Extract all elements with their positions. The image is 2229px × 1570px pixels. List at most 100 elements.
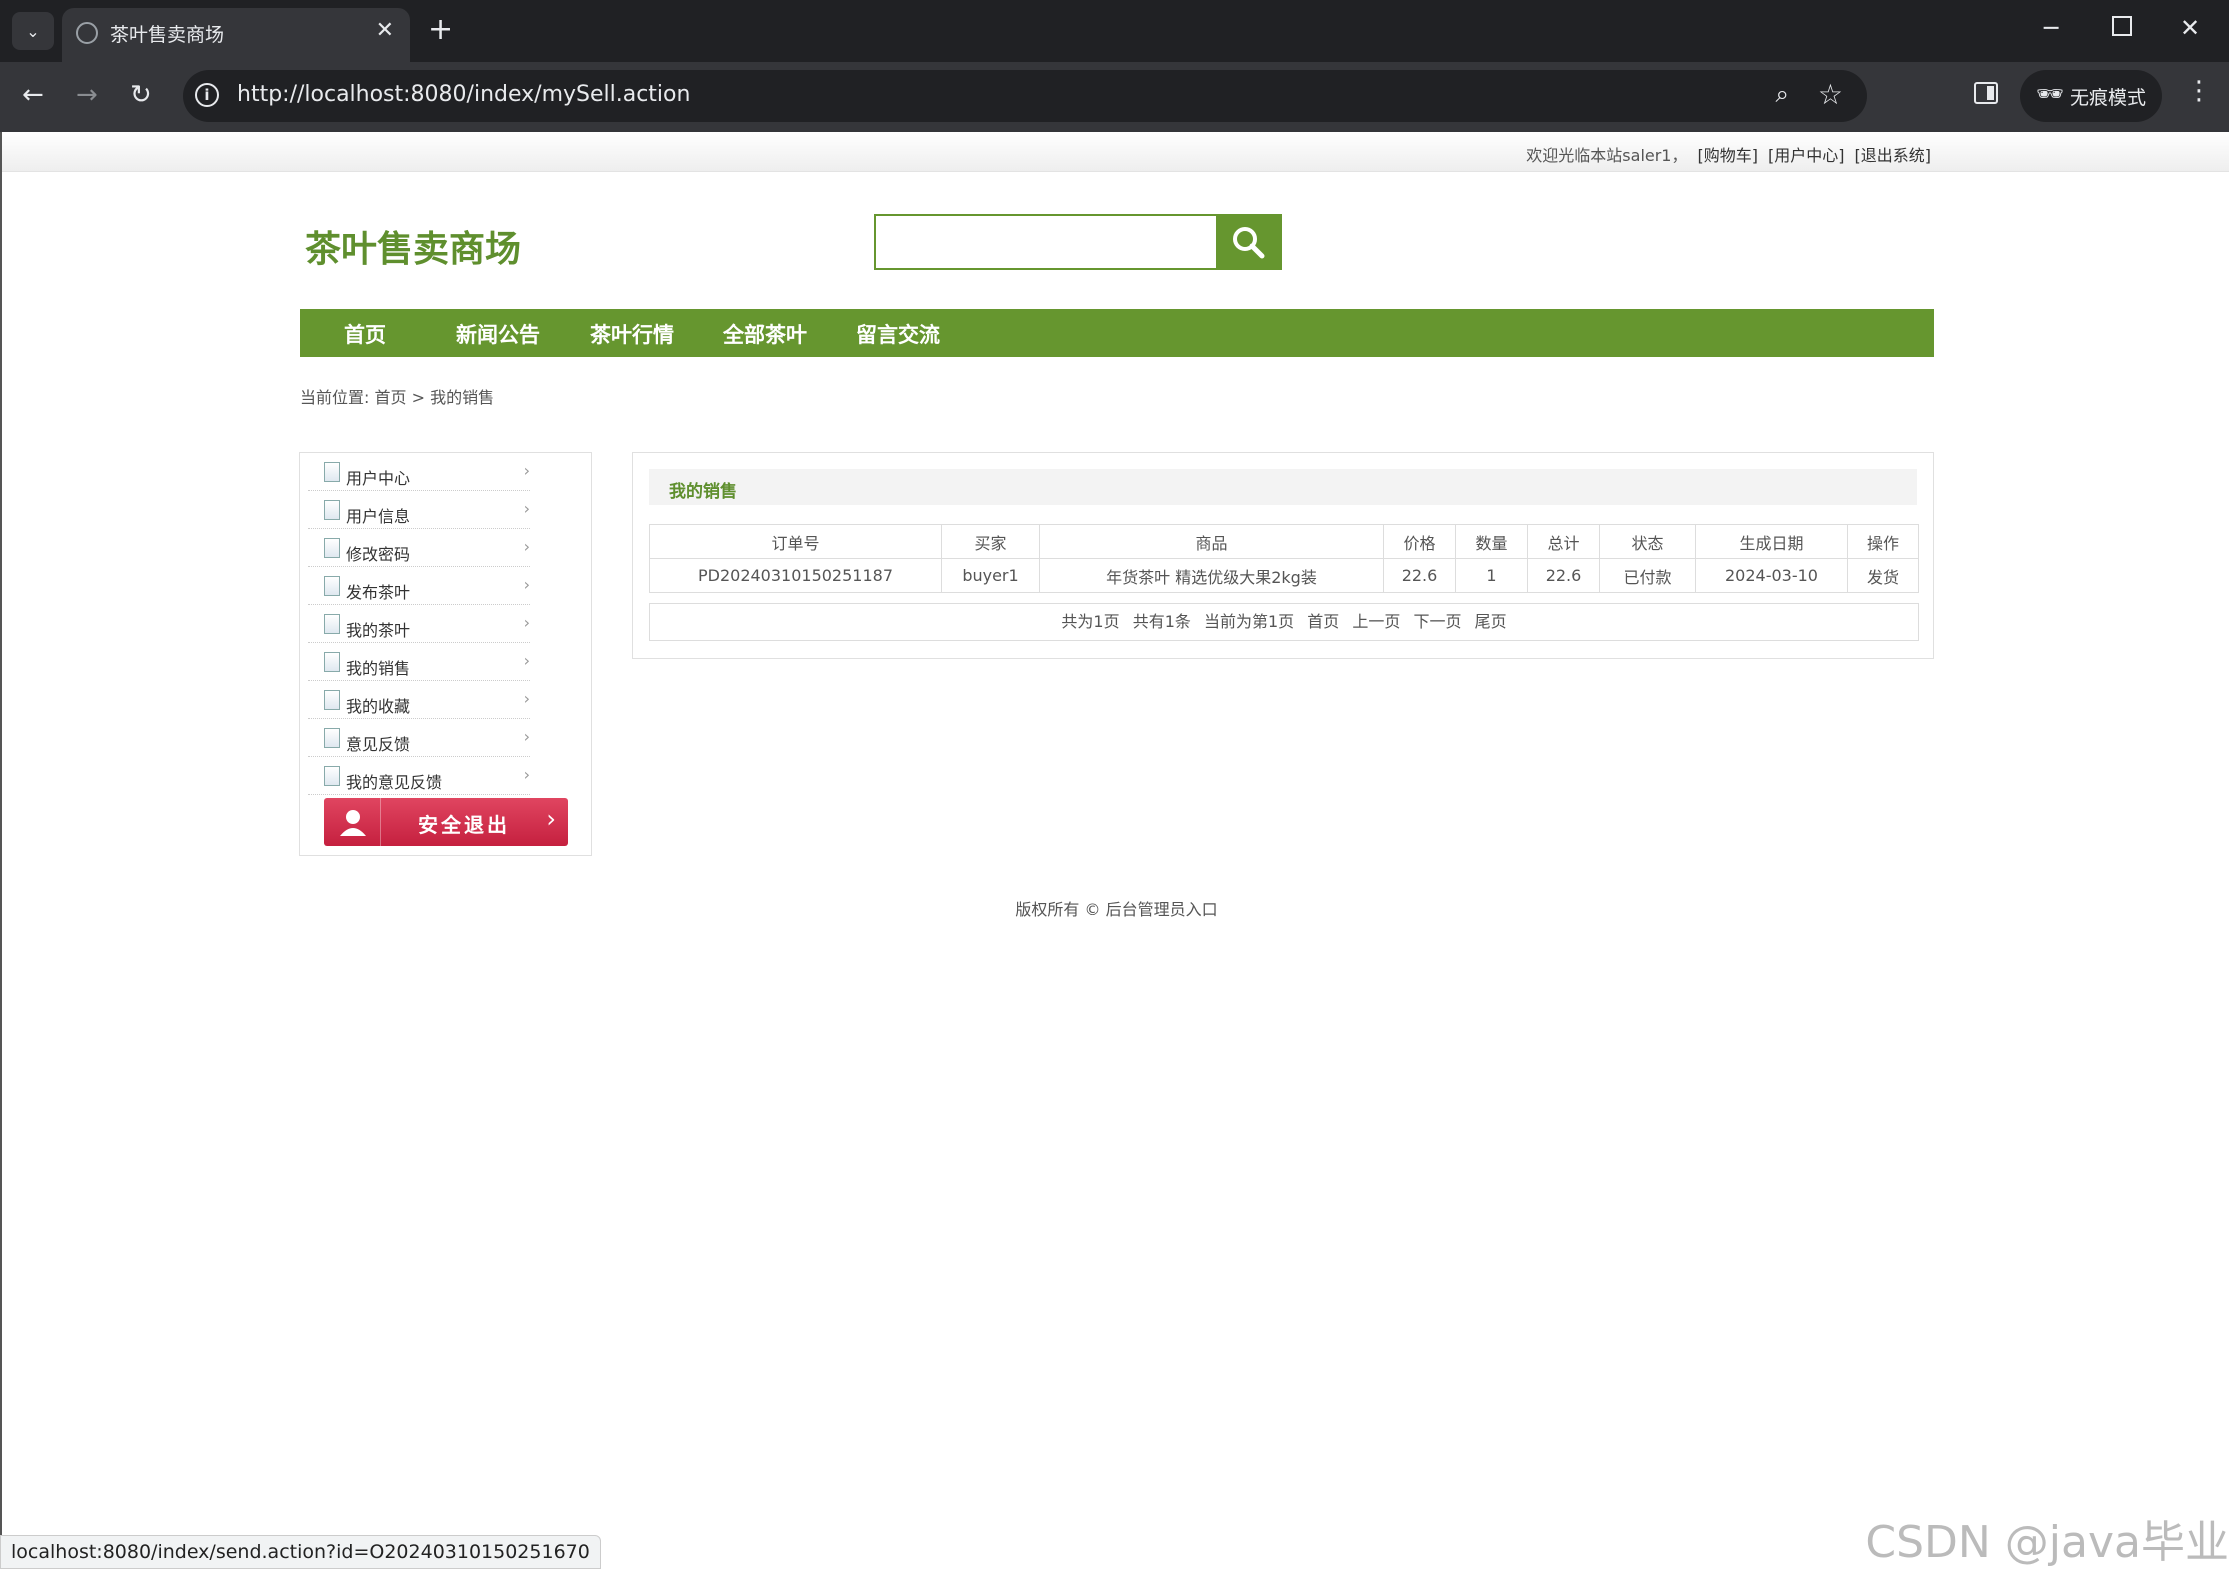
sidebar-item-feedback[interactable]: 意见反馈 › (308, 719, 530, 757)
arrow-right-icon: › (523, 651, 530, 670)
document-icon (324, 652, 340, 672)
sidebar-item-label: 意见反馈 (346, 735, 411, 754)
sidebar-item-my-sales[interactable]: 我的销售 › (308, 643, 530, 681)
arrow-right-icon: › (523, 499, 530, 518)
sidebar-item-label: 我的意见反馈 (346, 773, 443, 792)
site-logo[interactable]: 茶叶售卖商场 (305, 220, 521, 272)
side-panel-icon[interactable] (1974, 82, 1998, 104)
user-center-link[interactable]: [用户中心] (1768, 146, 1845, 165)
search-button[interactable] (1216, 216, 1280, 268)
col-status: 状态 (1599, 524, 1696, 559)
cell-date: 2024-03-10 (1695, 558, 1848, 593)
cell-order-no: PD20240310150251187 (649, 558, 942, 593)
sidebar-item-label: 我的收藏 (346, 697, 411, 716)
breadcrumb-separator: > (411, 388, 426, 407)
pager-prev[interactable]: 上一页 (1352, 612, 1400, 631)
pager-next[interactable]: 下一页 (1413, 612, 1461, 631)
incognito-label: 无痕模式 (2070, 87, 2147, 109)
nav-messages[interactable]: 留言交流 (856, 319, 940, 349)
window-close-icon[interactable]: ✕ (2180, 14, 2200, 42)
sidebar-item-label: 用户信息 (346, 507, 411, 526)
user-avatar-icon (340, 810, 366, 836)
close-tab-icon[interactable]: ✕ (376, 18, 394, 43)
table-row: PD20240310150251187 buyer1 年货茶叶 精选优级大果2k… (649, 558, 1919, 593)
nav-news[interactable]: 新闻公告 (456, 319, 540, 349)
arrow-right-icon: › (523, 537, 530, 556)
url-text[interactable]: http://localhost:8080/index/mySell.actio… (237, 82, 690, 107)
sidebar-item-change-password[interactable]: 修改密码 › (308, 529, 530, 567)
top-user-bar: 欢迎光临本站saler1， [购物车] [用户中心] [退出系统] (2, 132, 2229, 172)
tab-search-chevron-icon[interactable]: ⌄ (12, 12, 54, 50)
pager-current-page: 当前为第1页 (1203, 612, 1295, 631)
pager-last[interactable]: 尾页 (1475, 612, 1507, 631)
reload-icon[interactable]: ↻ (130, 80, 152, 110)
sidebar-item-label: 我的销售 (346, 659, 411, 678)
pager-first[interactable]: 首页 (1307, 612, 1339, 631)
cart-link[interactable]: [购物车] (1698, 146, 1759, 165)
sidebar-item-label: 我的茶叶 (346, 621, 411, 640)
cell-product: 年货茶叶 精选优级大果2kg装 (1039, 558, 1384, 593)
globe-icon (76, 22, 98, 44)
col-total: 总计 (1527, 524, 1600, 559)
site-info-icon[interactable]: i (195, 83, 219, 107)
divider (380, 798, 381, 846)
browser-tab[interactable]: 茶叶售卖商场 ✕ (62, 8, 410, 62)
ship-link[interactable]: 发货 (1847, 558, 1919, 593)
bookmark-star-icon[interactable]: ☆ (1818, 78, 1843, 111)
tab-title: 茶叶售卖商场 (110, 24, 225, 46)
footer-copyright[interactable]: 版权所有 © 后台管理员入口 (2, 896, 2229, 920)
breadcrumb-current: 我的销售 (430, 388, 495, 407)
breadcrumb-home[interactable]: 首页 (375, 388, 407, 407)
table-header-row: 订单号 买家 商品 价格 数量 总计 状态 生成日期 操作 (649, 524, 1919, 559)
arrow-right-icon: › (523, 461, 530, 480)
col-product: 商品 (1039, 524, 1384, 559)
nav-home[interactable]: 首页 (344, 319, 386, 349)
minimize-icon[interactable]: ─ (2044, 14, 2058, 42)
safe-logout-button[interactable]: 安全退出 › (324, 798, 568, 846)
sidebar-item-publish-tea[interactable]: 发布茶叶 › (308, 567, 530, 605)
cell-total: 22.6 (1527, 558, 1600, 593)
sidebar-item-label: 修改密码 (346, 545, 411, 564)
pager-total-pages: 共为1页 (1061, 612, 1120, 631)
status-bar-url: localhost:8080/index/send.action?id=O202… (0, 1535, 601, 1569)
document-icon (324, 728, 340, 748)
watermark: CSDN @java毕业 (1865, 1517, 2229, 1568)
main-nav: 首页 新闻公告 茶叶行情 全部茶叶 留言交流 (300, 309, 1934, 357)
panel-title: 我的销售 (669, 482, 737, 502)
panel-header: 我的销售 (649, 469, 1917, 505)
sidebar-item-my-feedback[interactable]: 我的意见反馈 › (308, 757, 530, 795)
sidebar-item-my-favorites[interactable]: 我的收藏 › (308, 681, 530, 719)
cell-buyer: buyer1 (941, 558, 1040, 593)
incognito-badge[interactable]: 🕶 无痕模式 (2020, 70, 2162, 122)
col-action: 操作 (1847, 524, 1919, 559)
new-tab-plus-icon[interactable]: + (428, 12, 453, 48)
zoom-magnifier-icon[interactable]: ⌕ (1776, 80, 1789, 108)
search-icon (1233, 227, 1265, 259)
cell-quantity: 1 (1455, 558, 1528, 593)
user-card-icon (324, 500, 340, 520)
logout-link[interactable]: [退出系统] (1855, 146, 1932, 165)
sidebar-item-user-info[interactable]: 用户信息 › (308, 491, 530, 529)
browser-toolbar: ← → ↻ i http://localhost:8080/index/mySe… (0, 62, 2229, 132)
address-bar[interactable]: i http://localhost:8080/index/mySell.act… (183, 70, 1867, 122)
user-card-icon (324, 462, 340, 482)
col-order-no: 订单号 (649, 524, 942, 559)
nav-all-tea[interactable]: 全部茶叶 (723, 319, 807, 349)
arrow-right-icon: › (523, 613, 530, 632)
search-input[interactable] (876, 216, 1218, 268)
sidebar-item-label: 发布茶叶 (346, 583, 411, 602)
forward-icon[interactable]: → (76, 80, 98, 110)
sidebar-item-my-tea[interactable]: 我的茶叶 › (308, 605, 530, 643)
back-icon[interactable]: ← (22, 80, 44, 110)
maximize-icon[interactable] (2112, 16, 2132, 36)
cell-status: 已付款 (1599, 558, 1696, 593)
browser-menu-icon[interactable]: ⋮ (2186, 76, 2212, 106)
sidebar-item-user-center[interactable]: 用户中心 › (308, 453, 530, 491)
pager-total-count: 共有1条 (1132, 612, 1191, 631)
incognito-icon: 🕶 (2036, 82, 2064, 107)
arrow-right-icon: › (523, 727, 530, 746)
arrow-right-icon: › (523, 765, 530, 784)
nav-market[interactable]: 茶叶行情 (590, 319, 674, 349)
col-buyer: 买家 (941, 524, 1040, 559)
col-quantity: 数量 (1455, 524, 1528, 559)
